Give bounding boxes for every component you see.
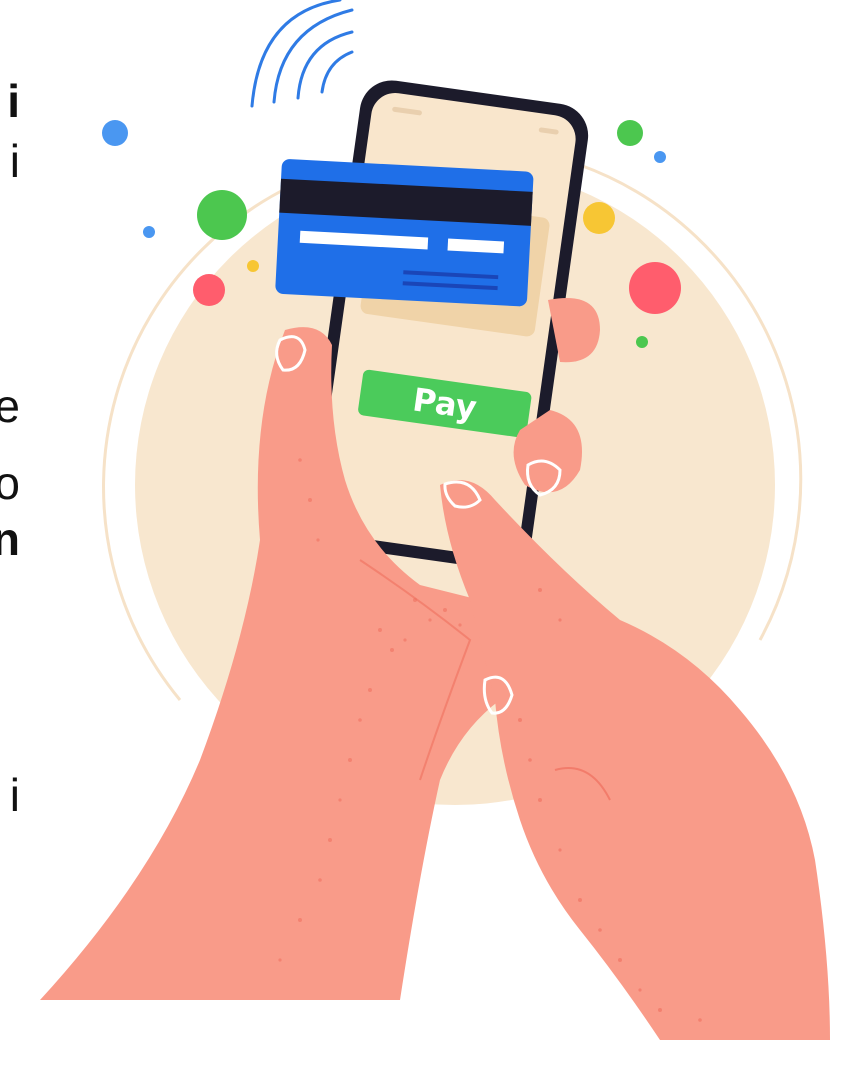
mobile-payment-illustration: Pay: [40, 0, 830, 1040]
dot-blue-large: [102, 120, 128, 146]
dot-red-left: [193, 274, 225, 306]
dot-yellow-small: [247, 260, 259, 272]
dot-yellow-right: [583, 202, 615, 234]
page: i i e o n i Pay: [0, 0, 843, 1070]
dot-blue-right: [654, 151, 666, 163]
credit-card: [275, 159, 534, 307]
dot-green-small: [636, 336, 648, 348]
dot-red-right: [629, 262, 681, 314]
dot-green-right: [617, 120, 643, 146]
nfc-waves-icon: [250, 0, 354, 108]
dot-blue-small: [143, 226, 155, 238]
dot-green-large: [197, 190, 247, 240]
